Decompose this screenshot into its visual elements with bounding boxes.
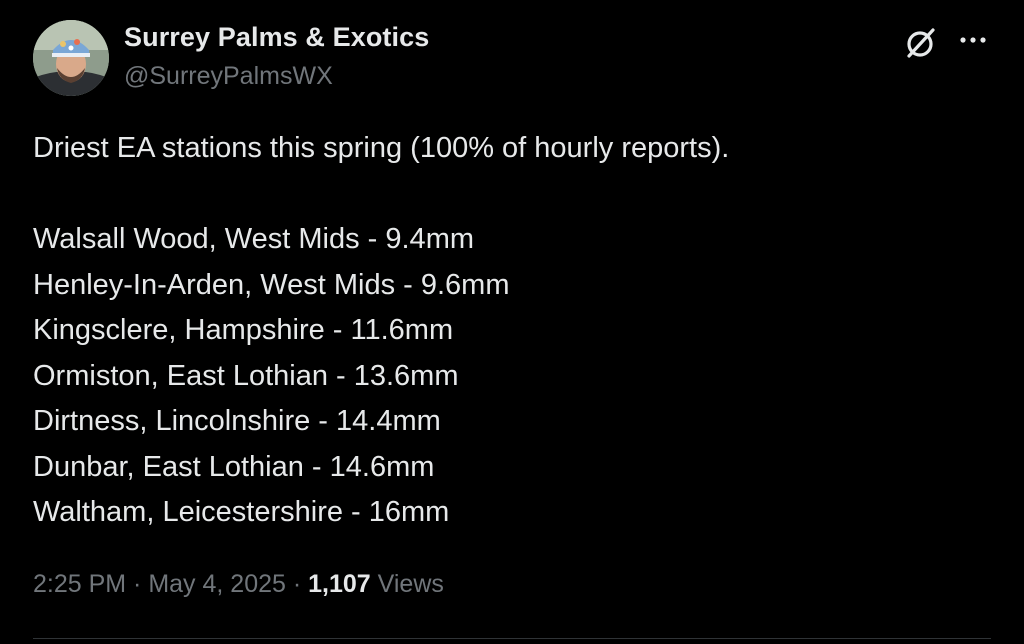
station-entry: Kingsclere, Hampshire - 11.6mm bbox=[33, 314, 454, 346]
station-entry: Waltham, Leicestershire - 16mm bbox=[33, 496, 450, 528]
station-entry: Walsall Wood, West Mids - 9.4mm bbox=[33, 223, 475, 255]
avatar[interactable] bbox=[33, 20, 109, 96]
tweet-time[interactable]: 2:25 PM bbox=[33, 570, 126, 598]
meta-separator: · bbox=[285, 570, 309, 598]
grok-icon[interactable] bbox=[903, 25, 939, 61]
author-display-name[interactable]: Surrey Palms & Exotics bbox=[124, 22, 429, 53]
tweet-date[interactable]: May 4, 2025 bbox=[148, 570, 286, 598]
views-label: Views bbox=[370, 570, 444, 598]
station-entry: Dunbar, East Lothian - 14.6mm bbox=[33, 450, 435, 483]
views-count[interactable]: 1,107 bbox=[308, 570, 371, 598]
meta-separator: · bbox=[126, 570, 149, 598]
divider bbox=[33, 638, 991, 639]
author-handle[interactable]: @SurreyPalmsWX bbox=[124, 62, 333, 91]
station-entry: Ormiston, East Lothian - 13.6mm bbox=[33, 359, 459, 392]
tweet-detail: Surrey Palms & Exotics @SurreyPalmsWX Dr… bbox=[0, 0, 1024, 644]
tweet-intro: Driest EA stations this spring (100% of … bbox=[33, 132, 730, 164]
tweet-text: Driest EA stations this spring (100% of … bbox=[33, 126, 993, 536]
tweet-meta: 2:25 PM · May 4, 2025 · 1,107 Views bbox=[33, 570, 444, 599]
avatar-image bbox=[33, 20, 109, 96]
more-dots-icon[interactable] bbox=[955, 28, 991, 52]
station-entry: Dirtness, Lincolnshire - 14.4mm bbox=[33, 405, 441, 437]
station-entry: Henley-In-Arden, West Mids - 9.6mm bbox=[33, 268, 510, 301]
